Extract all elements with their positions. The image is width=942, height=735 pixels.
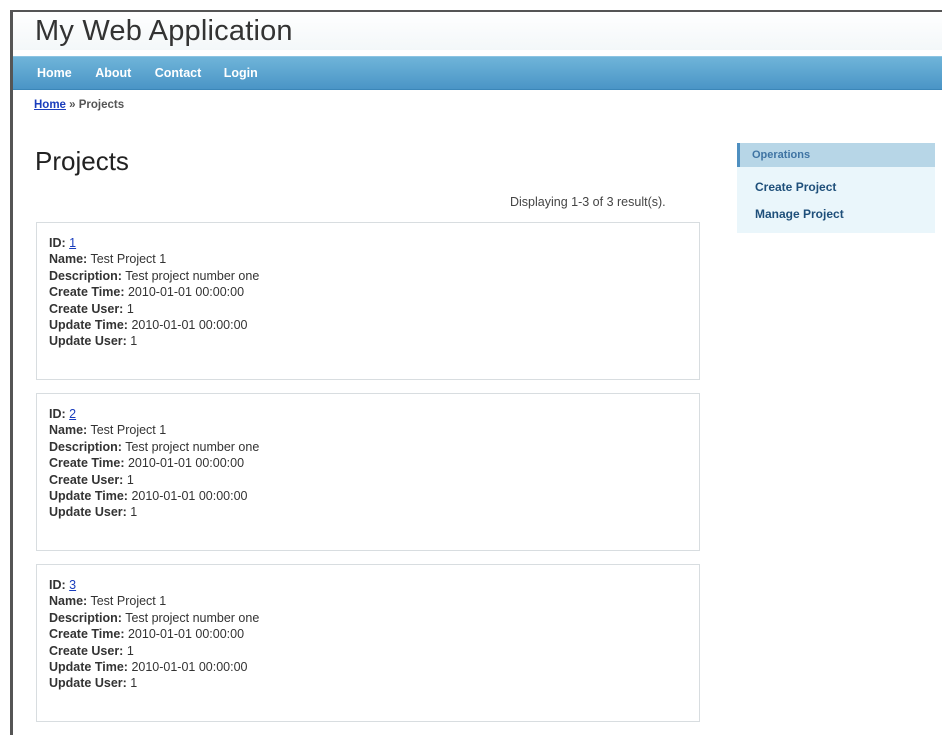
project-create-user-value: 1 [126,472,134,487]
header: My Web Application [13,12,942,50]
project-name-row: Name: Test Project 1 [49,593,699,609]
id-label: ID: [49,407,66,421]
menu-item-contact[interactable]: Contact [155,66,202,80]
project-create-user-value: 1 [126,643,134,658]
project-description-row: Description: Test project number one [49,610,699,626]
create-user-label: Create User: [49,301,124,316]
project-description-row: Description: Test project number one [49,268,699,284]
update-user-label: Update User: [49,505,127,520]
update-time-label: Update Time: [49,489,128,504]
results-summary: Displaying 1-3 of 3 result(s). [510,195,666,209]
project-id-link[interactable]: 3 [69,578,76,592]
project-name-row: Name: Test Project 1 [49,422,699,438]
create-time-label: Create Time: [49,456,125,471]
name-label: Name: [49,594,88,609]
create-time-label: Create Time: [49,285,125,300]
project-name-value: Test Project 1 [90,252,167,267]
project-update-user-row: Update User: 1 [49,675,699,691]
project-name-value: Test Project 1 [90,423,167,438]
project-description-value: Test project number one [125,610,260,625]
project-create-time-row: Create Time: 2010-01-01 00:00:00 [49,626,699,642]
operations-header: Operations [737,143,935,167]
project-name-value: Test Project 1 [90,594,167,609]
project-create-time-value: 2010-01-01 00:00:00 [127,627,245,642]
project-update-time-value: 2010-01-01 00:00:00 [131,660,248,675]
name-label: Name: [49,423,88,438]
create-user-label: Create User: [49,472,124,487]
project-create-user-row: Create User: 1 [49,472,699,488]
project-description-value: Test project number one [125,439,260,454]
project-update-time-row: Update Time: 2010-01-01 00:00:00 [49,659,699,675]
operations-title: Operations [752,149,811,161]
project-create-time-value: 2010-01-01 00:00:00 [127,285,245,300]
project-id-row: ID: 2 [49,406,699,422]
project-view-item: ID: 1 Name: Test Project 1 Description: … [36,222,700,380]
project-create-user-value: 1 [126,301,134,316]
app-title: My Web Application [35,15,293,47]
menu-item-home[interactable]: Home [37,66,72,80]
project-update-time-row: Update Time: 2010-01-01 00:00:00 [49,317,699,333]
page-frame: My Web Application Home About Contact Lo… [10,10,942,735]
project-id-link[interactable]: 1 [69,236,76,250]
operations-portlet: Operations Create Project Manage Project [737,143,935,233]
menu-item-about[interactable]: About [95,66,131,80]
create-project-link[interactable]: Create Project [755,180,836,194]
page-title: Projects [35,146,129,176]
project-id-row: ID: 3 [49,577,699,593]
project-update-user-row: Update User: 1 [49,504,699,520]
project-description-value: Test project number one [125,268,260,283]
project-create-time-row: Create Time: 2010-01-01 00:00:00 [49,284,699,300]
project-create-user-row: Create User: 1 [49,301,699,317]
update-user-label: Update User: [49,334,127,349]
breadcrumb-current: Projects [78,99,125,111]
update-user-label: Update User: [49,676,127,691]
update-time-label: Update Time: [49,660,128,675]
project-update-time-row: Update Time: 2010-01-01 00:00:00 [49,488,699,504]
project-view-item: ID: 3 Name: Test Project 1 Description: … [36,564,700,722]
main-menu: Home About Contact Login [13,56,942,90]
breadcrumb-home-link[interactable]: Home [34,99,66,111]
project-id-row: ID: 1 [49,235,699,251]
project-create-user-row: Create User: 1 [49,643,699,659]
project-update-user-value: 1 [130,676,138,691]
create-time-label: Create Time: [49,627,125,642]
description-label: Description: [49,268,122,283]
project-id-link[interactable]: 2 [69,407,76,421]
breadcrumb: Home » Projects [34,99,124,111]
menu-item-login[interactable]: Login [224,66,258,80]
manage-project-link[interactable]: Manage Project [755,207,844,221]
project-view-item: ID: 2 Name: Test Project 1 Description: … [36,393,700,551]
id-label: ID: [49,578,66,592]
create-user-label: Create User: [49,643,124,658]
project-create-time-row: Create Time: 2010-01-01 00:00:00 [49,455,699,471]
project-description-row: Description: Test project number one [49,439,699,455]
project-create-time-value: 2010-01-01 00:00:00 [127,456,245,471]
project-name-row: Name: Test Project 1 [49,251,699,267]
project-update-time-value: 2010-01-01 00:00:00 [131,318,248,333]
project-update-user-value: 1 [130,334,138,349]
update-time-label: Update Time: [49,318,128,333]
project-update-user-value: 1 [130,505,138,520]
project-update-time-value: 2010-01-01 00:00:00 [131,489,248,504]
description-label: Description: [49,439,122,454]
id-label: ID: [49,236,66,250]
project-update-user-row: Update User: 1 [49,333,699,349]
description-label: Description: [49,610,122,625]
breadcrumb-separator: » [69,99,76,111]
name-label: Name: [49,252,88,267]
